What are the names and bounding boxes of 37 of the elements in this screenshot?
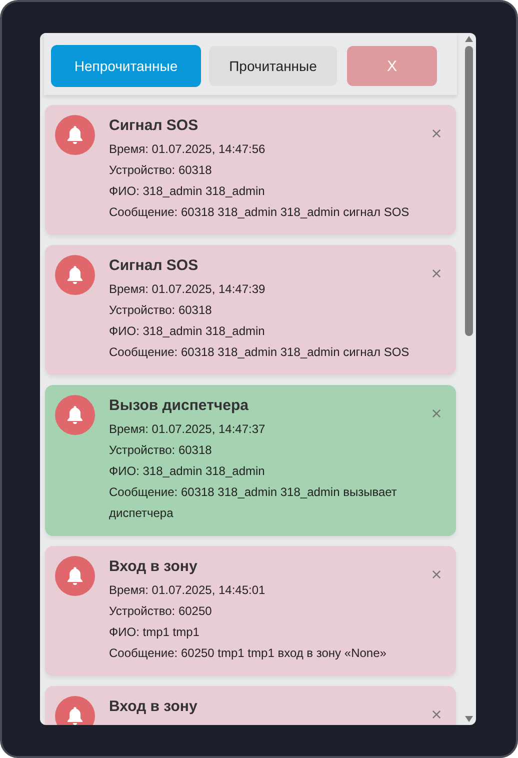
notification-text: Устройство: 60318 [109,302,213,319]
notification-text: Устройство: 60250 [109,603,213,620]
close-icon[interactable] [432,570,441,579]
close-icon[interactable] [432,710,441,719]
notification-text: Время: 01.07.2025, 14:47:37 [109,421,266,438]
notification-title: Вызов диспетчера [109,397,248,414]
close-icon[interactable] [432,269,441,278]
filter-tab[interactable]: Прочитанные [209,46,337,86]
bell-icon [55,556,95,596]
bell-icon [55,255,95,295]
scroll-down-icon[interactable] [465,716,473,722]
scroll-up-icon[interactable] [465,36,473,42]
notification-text: Сообщение: 60250 tmp1 tmp1 вход в зону «None» [109,645,388,662]
close-icon[interactable] [432,409,441,418]
notification-text: ФИО: 318_admin 318_admin [109,463,266,480]
scrollbar-thumb[interactable] [465,46,473,336]
notification-text: Устройство: 60318 [109,442,213,459]
notification-text: ФИО: 318_admin 318_admin [109,183,266,200]
bell-icon [55,696,95,725]
notification-text: Время: 01.07.2025, 14:47:39 [109,281,266,298]
notification-title: Сигнал SOS [109,257,198,274]
notification-title: Вход в зону [109,558,198,575]
filter-tab[interactable]: Непрочитанные [51,45,201,87]
notification-text: Время: 01.07.2025, 14:45:01 [109,582,266,599]
notification-title: Вход в зону [109,698,198,715]
notification-text: Время: 01.07.2025, 14:47:56 [109,141,266,158]
notification-text: Сообщение: 60318 318_admin 318_admin вызывает диспетчера [109,484,398,522]
close-icon[interactable] [432,129,441,138]
bell-icon [55,115,95,155]
bell-icon [55,395,95,435]
notification-text: ФИО: 318_admin 318_admin [109,323,266,340]
notification-title: Сигнал SOS [109,117,198,134]
notification-text: Устройство: 60318 [109,162,213,179]
notification-text: ФИО: tmp1 tmp1 [109,624,200,641]
notification-text: Сообщение: 60318 318_admin 318_admin сигнал SOS [109,344,410,361]
close-button[interactable]: X [347,46,437,86]
notification-text: Сообщение: 60318 318_admin 318_admin сигнал SOS [109,204,410,221]
